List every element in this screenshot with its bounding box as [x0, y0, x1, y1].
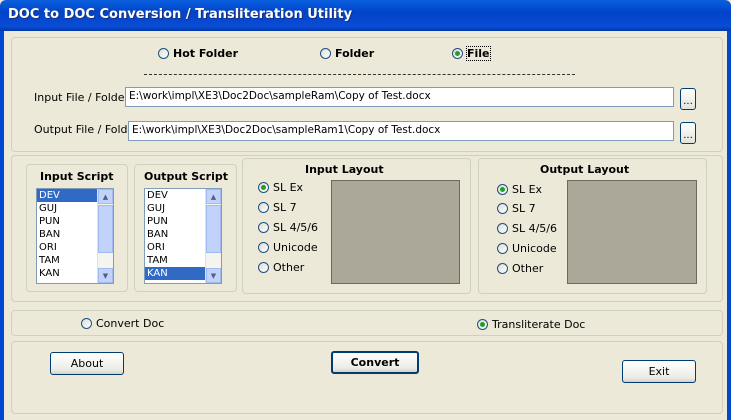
- output-layout-preview: [567, 180, 697, 284]
- radio-folder[interactable]: Folder: [320, 47, 374, 60]
- input-layout-sl-ex[interactable]: SL Ex: [258, 181, 303, 194]
- input-path-label: Input File / Folder: [34, 91, 130, 104]
- scrollbar[interactable]: ▲ ▼: [205, 189, 221, 283]
- scroll-down-arrow-icon[interactable]: ▼: [206, 268, 221, 283]
- input-layout-other[interactable]: Other: [258, 261, 304, 274]
- radio-indicator: [258, 242, 269, 253]
- scroll-thumb[interactable]: [98, 205, 113, 253]
- radio-indicator-selected: [258, 182, 269, 193]
- output-script-listbox[interactable]: DEV GUJ PUN BAN ORI TAM KAN ▲ ▼: [144, 188, 222, 284]
- output-layout-sl-ex[interactable]: SL Ex: [497, 183, 542, 196]
- output-script-title: Output Script: [144, 170, 229, 183]
- radio-label-transliterate-doc: Transliterate Doc: [492, 318, 586, 331]
- window-border-left: [0, 31, 4, 420]
- window-title: DOC to DOC Conversion / Transliteration …: [8, 7, 353, 22]
- separator-line: [144, 74, 575, 75]
- radio-indicator: [497, 263, 508, 274]
- radio-indicator: [497, 243, 508, 254]
- output-path-field[interactable]: E:\work\impl\XE3\Doc2Doc\sampleRam1\Copy…: [128, 121, 674, 141]
- input-path-field[interactable]: E:\work\impl\XE3\Doc2Doc\sampleRam\Copy …: [125, 87, 674, 107]
- radio-indicator: [497, 203, 508, 214]
- input-browse-button[interactable]: ...: [680, 88, 696, 110]
- input-layout-sl-7[interactable]: SL 7: [258, 201, 297, 214]
- radio-label-convert-doc: Convert Doc: [96, 317, 165, 330]
- output-browse-button[interactable]: ...: [680, 122, 696, 144]
- radio-indicator: [158, 48, 169, 59]
- input-layout-preview: [331, 180, 460, 284]
- exit-button[interactable]: Exit: [622, 360, 696, 383]
- radio-indicator: [258, 262, 269, 273]
- scroll-up-arrow-icon[interactable]: ▲: [98, 189, 113, 204]
- radio-label-folder: Folder: [335, 47, 375, 60]
- list-item[interactable]: DEV: [37, 189, 97, 202]
- radio-label: Other: [273, 261, 305, 274]
- input-layout-title: Input Layout: [305, 163, 384, 176]
- scroll-thumb[interactable]: [206, 205, 221, 253]
- output-layout-sl-456[interactable]: SL 4/5/6: [497, 222, 557, 235]
- radio-indicator: [81, 318, 92, 329]
- radio-transliterate-doc[interactable]: Transliterate Doc: [477, 318, 585, 331]
- radio-convert-doc[interactable]: Convert Doc: [81, 317, 164, 330]
- output-layout-title: Output Layout: [540, 163, 630, 176]
- output-layout-other[interactable]: Other: [497, 262, 543, 275]
- radio-file[interactable]: File: [452, 46, 491, 61]
- title-bar[interactable]: DOC to DOC Conversion / Transliteration …: [0, 0, 731, 31]
- radio-label: SL 4/5/6: [512, 222, 558, 235]
- scrollbar[interactable]: ▲ ▼: [97, 189, 113, 283]
- radio-label: SL Ex: [273, 181, 304, 194]
- radio-label: Unicode: [512, 242, 557, 255]
- output-layout-unicode[interactable]: Unicode: [497, 242, 557, 255]
- input-layout-unicode[interactable]: Unicode: [258, 241, 318, 254]
- radio-label: SL 7: [273, 201, 297, 214]
- radio-indicator: [258, 222, 269, 233]
- list-item[interactable]: KAN: [145, 267, 205, 280]
- radio-label: SL Ex: [512, 183, 543, 196]
- radio-label: SL 4/5/6: [273, 221, 319, 234]
- output-path-label: Output File / Folder: [34, 123, 139, 136]
- window-border-right: [727, 31, 731, 420]
- scroll-down-arrow-icon[interactable]: ▼: [98, 268, 113, 283]
- radio-label: SL 7: [512, 202, 536, 215]
- radio-indicator-selected: [477, 319, 488, 330]
- radio-indicator: [497, 223, 508, 234]
- scroll-up-arrow-icon[interactable]: ▲: [206, 189, 221, 204]
- input-layout-sl-456[interactable]: SL 4/5/6: [258, 221, 318, 234]
- radio-label-file: File: [466, 46, 491, 61]
- convert-button[interactable]: Convert: [331, 351, 419, 374]
- output-layout-sl-7[interactable]: SL 7: [497, 202, 536, 215]
- radio-hot-folder[interactable]: Hot Folder: [158, 47, 238, 60]
- radio-indicator-selected: [452, 48, 463, 59]
- radio-label: Unicode: [273, 241, 318, 254]
- input-script-title: Input Script: [40, 170, 114, 183]
- radio-indicator: [258, 202, 269, 213]
- radio-indicator: [320, 48, 331, 59]
- about-button[interactable]: About: [50, 352, 124, 375]
- radio-label-hot-folder: Hot Folder: [173, 47, 239, 60]
- radio-label: Other: [512, 262, 544, 275]
- input-script-listbox[interactable]: DEV GUJ PUN BAN ORI TAM KAN ▲ ▼: [36, 188, 114, 284]
- radio-indicator-selected: [497, 184, 508, 195]
